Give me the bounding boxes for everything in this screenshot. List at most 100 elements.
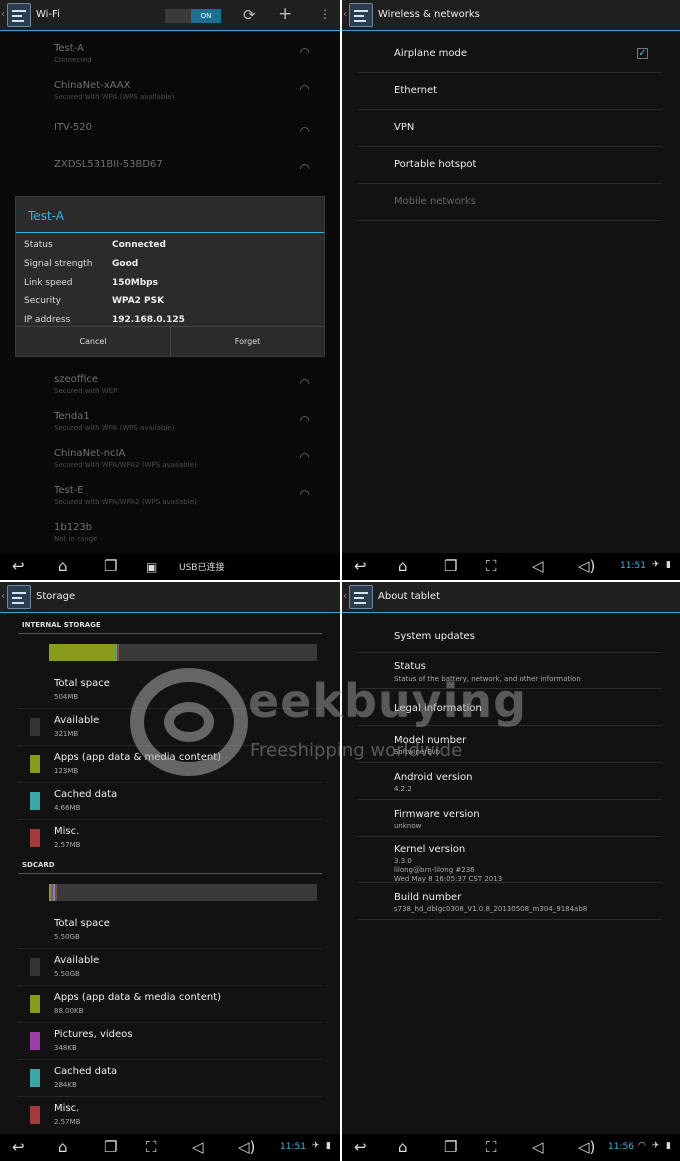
color-swatch (30, 755, 40, 773)
storage-row[interactable]: Available 5.50GB (18, 949, 322, 986)
storage-label: Available (54, 955, 100, 966)
recent-apps-icon[interactable]: ❐ (444, 1138, 457, 1156)
item-label: Model number (394, 735, 467, 746)
back-icon[interactable]: ↩ (354, 1138, 367, 1156)
forget-button[interactable]: Forget (170, 327, 324, 357)
legal-information-item[interactable]: Legal information (358, 690, 662, 726)
item-summary: 3.3.0 lilong@brn-lilong #236 Wed May 8 1… (394, 857, 503, 883)
system-updates-item[interactable]: System updates (358, 618, 662, 653)
checkbox-checked-icon[interactable]: ✓ (637, 48, 648, 59)
detail-value: WPA2 PSK (112, 296, 165, 306)
recent-apps-icon[interactable]: ❐ (104, 557, 117, 575)
color-swatch (30, 829, 40, 847)
item-label: System updates (394, 631, 475, 642)
storage-row[interactable]: Cached data 4.66MB (18, 783, 322, 820)
up-caret-icon[interactable]: ‹ (1, 9, 5, 20)
storage-row[interactable]: Apps (app data & media content) 88.00KB (18, 986, 322, 1023)
storage-value: 123MB (54, 767, 79, 775)
volume-down-icon[interactable]: ◁ (192, 1138, 204, 1156)
storage-row[interactable]: Apps (app data & media content) 123MB (18, 746, 322, 783)
usb-notification-icon[interactable]: ▣ (146, 558, 157, 576)
cancel-button[interactable]: Cancel (16, 327, 170, 357)
screenshot-icon[interactable]: ⛶ (146, 1138, 157, 1156)
up-caret-icon[interactable]: ‹ (343, 9, 347, 20)
settings-app-icon[interactable] (7, 3, 31, 27)
storage-value: 88.00KB (54, 1007, 84, 1015)
storage-row[interactable]: Misc. 2.57MB (18, 1097, 322, 1134)
status-item[interactable]: Status Status of the battery, network, a… (358, 654, 662, 689)
item-label: Ethernet (394, 85, 438, 96)
storage-row[interactable]: Total space 504MB (18, 672, 322, 709)
clock: 11:51 (620, 561, 646, 571)
storage-row[interactable]: Available 321MB (18, 709, 322, 746)
overflow-menu-icon[interactable]: ⋮ (319, 7, 331, 21)
add-network-icon[interactable]: + (278, 4, 292, 24)
page-title: Wireless & networks (378, 9, 480, 20)
storage-label: Pictures, videos (54, 1029, 133, 1040)
item-label: Portable hotspot (394, 159, 477, 170)
storage-value: 2.57MB (54, 841, 81, 849)
color-swatch (30, 1069, 40, 1087)
airplane-icon: ✈ (312, 1141, 320, 1151)
home-icon[interactable]: ⌂ (58, 1138, 68, 1156)
mobile-networks-item: Mobile networks (358, 184, 662, 221)
screenshot-icon[interactable]: ⛶ (486, 1138, 497, 1156)
storage-value: 284KB (54, 1081, 77, 1089)
home-icon[interactable]: ⌂ (398, 1138, 408, 1156)
storage-label: Apps (app data & media content) (54, 752, 222, 763)
storage-value: 5.50GB (54, 933, 80, 941)
volume-down-icon[interactable]: ◁ (532, 1138, 544, 1156)
vpn-item[interactable]: VPN (358, 110, 662, 147)
home-icon[interactable]: ⌂ (398, 557, 408, 575)
portable-hotspot-item[interactable]: Portable hotspot (358, 147, 662, 184)
wifi-toggle[interactable]: ON (165, 9, 221, 23)
storage-row[interactable]: Total space 5.50GB (18, 912, 322, 949)
back-icon[interactable]: ↩ (12, 1138, 25, 1156)
ethernet-item[interactable]: Ethernet (358, 73, 662, 110)
back-icon[interactable]: ↩ (12, 557, 25, 575)
storage-label: Cached data (54, 1066, 118, 1077)
home-icon[interactable]: ⌂ (58, 557, 68, 575)
settings-app-icon[interactable] (7, 585, 31, 609)
usb-notification-text: USB已连接 (179, 563, 225, 573)
detail-value: 150Mbps (112, 278, 158, 288)
storage-row[interactable]: Misc. 2.57MB (18, 820, 322, 857)
android-version-item[interactable]: Android version 4.2.2 (358, 764, 662, 800)
volume-up-icon[interactable]: ◁) (578, 557, 595, 575)
volume-up-icon[interactable]: ◁) (578, 1138, 595, 1156)
up-caret-icon[interactable]: ‹ (343, 591, 347, 602)
storage-label: Apps (app data & media content) (54, 992, 222, 1003)
settings-app-icon[interactable] (349, 585, 373, 609)
internal-usage-bar (49, 644, 317, 661)
item-summary: unknow (394, 822, 422, 830)
settings-list: Airplane mode ✓ Ethernet VPN Portable ho… (342, 32, 680, 553)
battery-icon: ▮ (666, 560, 671, 570)
volume-down-icon[interactable]: ◁ (532, 557, 544, 575)
detail-label: IP address (24, 315, 71, 325)
up-caret-icon[interactable]: ‹ (1, 591, 5, 602)
usage-segment (55, 884, 57, 901)
volume-up-icon[interactable]: ◁) (238, 1138, 255, 1156)
toggle-label: ON (191, 9, 221, 23)
screenshot-icon[interactable]: ⛶ (486, 557, 497, 575)
network-details-dialog: Test-A Status Connected Signal strength … (15, 196, 325, 357)
clock: 11:56 (608, 1142, 634, 1152)
storage-value: 321MB (54, 730, 79, 738)
storage-value: 504MB (54, 693, 79, 701)
storage-row[interactable]: Pictures, videos 348KB (18, 1023, 322, 1060)
detail-value: 192.168.0.125 (112, 315, 185, 325)
recent-apps-icon[interactable]: ❐ (104, 1138, 117, 1156)
color-swatch (30, 718, 40, 736)
recent-apps-icon[interactable]: ❐ (444, 557, 457, 575)
settings-app-icon[interactable] (349, 3, 373, 27)
wps-icon[interactable]: ⟳ (243, 6, 256, 24)
item-label: Kernel version (394, 844, 466, 855)
back-icon[interactable]: ↩ (354, 557, 367, 575)
storage-value: 348KB (54, 1044, 77, 1052)
storage-list: INTERNAL STORAGE Total space 504MB Avail… (0, 614, 340, 1134)
airplane-mode-item[interactable]: Airplane mode ✓ (358, 36, 662, 73)
item-label: Legal information (394, 703, 482, 714)
nav-bar: ↩ ⌂ ❐ ⛶ ◁ ◁) 11:51 ✈ ▮ (342, 553, 680, 580)
storage-row[interactable]: Cached data 284KB (18, 1060, 322, 1097)
section-divider (18, 873, 322, 874)
